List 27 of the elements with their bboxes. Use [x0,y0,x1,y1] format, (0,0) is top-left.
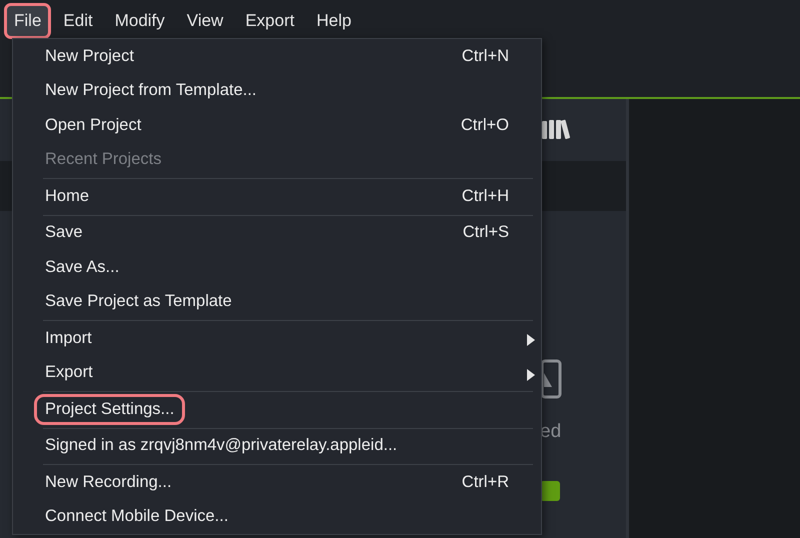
menu-item[interactable]: Connect Mobile Device... [45,507,228,526]
menu-item[interactable]: Modify [104,3,175,39]
menu-item[interactable]: Help [306,3,362,39]
books-icon[interactable] [542,118,570,142]
shortcut-text: Ctrl+R [462,472,509,492]
action-button[interactable] [540,481,560,501]
menu-item[interactable]: Export [45,363,93,382]
shortcut-text: Ctrl+S [462,223,509,242]
shortcut-text: Ctrl+H [462,186,509,206]
menu-item[interactable]: Edit [53,3,103,39]
menu-item[interactable]: Save As... [45,258,120,277]
image-icon [540,359,562,399]
menu-item[interactable]: New Project from Template... [45,81,257,100]
menu-item[interactable]: Home [45,186,90,206]
menu-item[interactable]: Signed in as zrqvj8nm4v@privaterelay.appleid... [45,436,398,456]
menu-item[interactable]: Import [45,328,92,348]
menu-item[interactable]: Save Project as Template [45,292,232,312]
menu-item[interactable]: Open Project [45,116,142,135]
shortcut-text: Ctrl+O [460,116,509,135]
menu-item[interactable]: View [176,3,234,39]
menu-item[interactable]: New Project [45,46,134,66]
menu-item[interactable]: File [4,3,52,39]
shortcut-text: Ctrl+N [462,46,509,66]
menu-item[interactable]: Project Settings... [34,394,186,425]
menu-item[interactable]: Export [235,3,304,39]
menu-item[interactable]: Save [45,223,83,242]
menu-item[interactable]: New Recording... [45,472,172,492]
